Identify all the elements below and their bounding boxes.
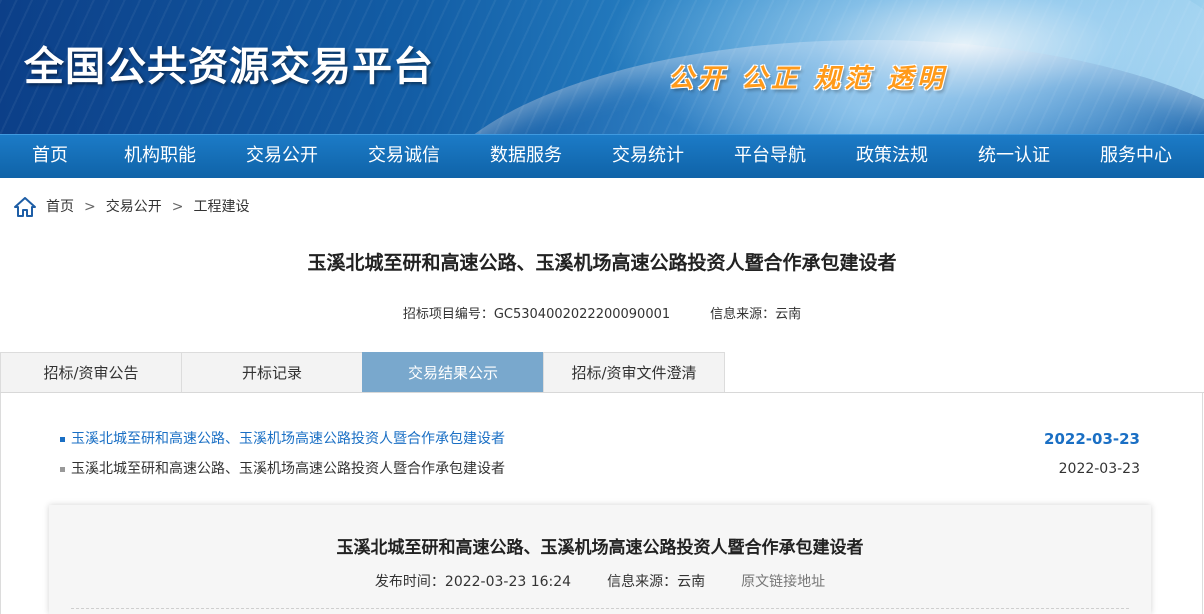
publish-time: 2022-03-23 16:24 — [444, 574, 572, 590]
detail-title: 玉溪北城至研和高速公路、玉溪机场高速公路投资人暨合作承包建设者 — [336, 538, 864, 558]
detail-card: 玉溪北城至研和高速公路、玉溪机场高速公路投资人暨合作承包建设者 发布时间：202… — [49, 505, 1151, 614]
bullet-icon — [60, 437, 65, 442]
nav-item-trading-public[interactable]: 交易公开 — [232, 135, 332, 179]
detail-source-label: 信息来源： — [607, 574, 678, 590]
project-title: 玉溪北城至研和高速公路、玉溪机场高速公路投资人暨合作承包建设者 — [307, 252, 897, 274]
list-item-date: 2022-03-23 — [1044, 430, 1140, 448]
main-nav: 首页 机构职能 交易公开 交易诚信 数据服务 交易统计 平台导航 政策法规 统一… — [0, 134, 1204, 178]
nav-item-data-service[interactable]: 数据服务 — [476, 135, 576, 179]
bullet-icon — [60, 467, 65, 472]
detail-source: 云南 — [677, 574, 706, 590]
source-value: 云南 — [775, 307, 802, 322]
list-item[interactable]: 玉溪北城至研和高速公路、玉溪机场高速公路投资人暨合作承包建设者 2022-03-… — [60, 458, 1140, 480]
tab-bid-opening[interactable]: 开标记录 — [181, 352, 363, 392]
project-code-label: 招标项目编号： — [402, 307, 494, 322]
nav-item-service-center[interactable]: 服务中心 — [1086, 135, 1186, 179]
list-item[interactable]: 玉溪北城至研和高速公路、玉溪机场高速公路投资人暨合作承包建设者 2022-03-… — [60, 428, 1140, 450]
nav-item-statistics[interactable]: 交易统计 — [598, 135, 698, 179]
site-slogan: 公开 公正 规范 透明 — [668, 64, 948, 94]
breadcrumb-separator: > — [84, 199, 96, 215]
tab-result-notice[interactable]: 交易结果公示 — [362, 352, 544, 392]
site-title: 全国公共资源交易平台 — [24, 44, 434, 90]
tab-tender-notice[interactable]: 招标/资审公告 — [0, 352, 182, 392]
nav-item-auth[interactable]: 统一认证 — [964, 135, 1064, 179]
breadcrumb-separator: > — [171, 199, 184, 215]
nav-item-integrity[interactable]: 交易诚信 — [354, 135, 454, 179]
breadcrumb-trading-public[interactable]: 交易公开 — [106, 196, 162, 218]
divider — [71, 608, 1129, 609]
breadcrumb-home[interactable]: 首页 — [46, 196, 74, 218]
original-link[interactable]: 原文链接地址 — [741, 574, 825, 590]
nav-item-functions[interactable]: 机构职能 — [110, 135, 210, 179]
nav-item-platform-nav[interactable]: 平台导航 — [720, 135, 820, 179]
list-item-date: 2022-03-23 — [1058, 461, 1140, 477]
list-item-title[interactable]: 玉溪北城至研和高速公路、玉溪机场高速公路投资人暨合作承包建设者 — [71, 458, 505, 480]
nav-item-policy[interactable]: 政策法规 — [842, 135, 942, 179]
project-meta: 招标项目编号：GC5304002022200090001 信息来源：云南 — [0, 303, 1204, 322]
detail-meta: 发布时间：2022-03-23 16:24 信息来源：云南 原文链接地址 — [49, 571, 1151, 591]
breadcrumb-engineering[interactable]: 工程建设 — [193, 196, 249, 218]
source-label: 信息来源： — [710, 307, 776, 322]
tab-document-clarification[interactable]: 招标/资审文件澄清 — [543, 352, 725, 392]
nav-item-home[interactable]: 首页 — [0, 135, 100, 179]
list-item-title[interactable]: 玉溪北城至研和高速公路、玉溪机场高速公路投资人暨合作承包建设者 — [71, 428, 505, 450]
site-banner: 全国公共资源交易平台 公开 公正 规范 透明 — [0, 0, 1204, 134]
home-icon — [14, 197, 36, 217]
breadcrumb: 首页 > 交易公开 > 工程建设 — [14, 196, 249, 218]
tab-bar: 招标/资审公告 开标记录 交易结果公示 招标/资审文件澄清 — [0, 352, 1204, 393]
publish-time-label: 发布时间： — [374, 574, 445, 590]
project-code: GC5304002022200090001 — [493, 307, 671, 322]
